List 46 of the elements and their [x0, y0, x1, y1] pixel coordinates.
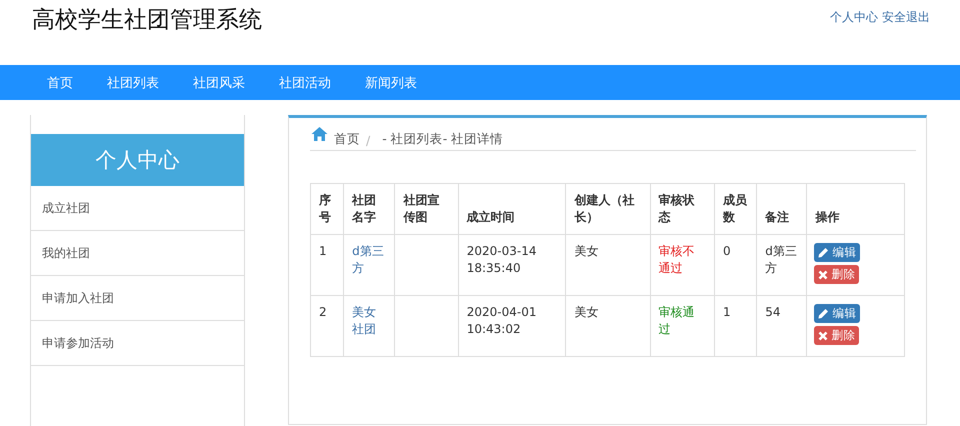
table-cell: 2020-04-01 10:43:02 — [458, 296, 566, 356]
site-title: 高校学生社团管理系统 — [32, 6, 262, 35]
table-cell: 2020-03-14 18:35:40 — [458, 234, 566, 296]
close-icon — [818, 330, 828, 340]
column-header: 备注 — [756, 184, 807, 234]
status-text: 审核通过 — [658, 305, 695, 336]
table-cell: 1 — [310, 234, 344, 296]
status-text: 审核不通过 — [658, 244, 695, 275]
close-icon — [818, 270, 828, 280]
column-header: 成员数 — [714, 184, 757, 234]
sidebar-item[interactable]: 我的社团 — [31, 231, 244, 276]
table-cell: 54 — [756, 296, 807, 356]
column-header: 创建人（社长） — [566, 184, 650, 234]
nav-link[interactable]: 新闻列表 — [365, 74, 417, 92]
nav-link[interactable]: 社团列表 — [107, 74, 159, 92]
header-link[interactable]: 安全退出 — [882, 9, 930, 26]
table-cell: 1 — [714, 296, 757, 356]
delete-button[interactable]: 删除 — [814, 265, 860, 284]
home-icon — [311, 126, 328, 142]
breadcrumb-link[interactable]: 首页 — [334, 131, 360, 148]
sidebar-item[interactable]: 申请加入社团 — [31, 276, 244, 321]
edit-button[interactable]: 编辑 — [814, 304, 860, 323]
column-header: 成立时间 — [458, 184, 566, 234]
sidebar-title: 个人中心 — [31, 134, 244, 186]
sidebar-item[interactable]: 申请参加活动 — [31, 321, 244, 366]
breadcrumb-text: - 社团列表- 社团详情 — [382, 131, 504, 148]
column-header: 社团宣传图 — [394, 184, 458, 234]
edit-button[interactable]: 编辑 — [814, 243, 860, 262]
nav-link[interactable]: 社团活动 — [279, 74, 331, 92]
sidebar-item[interactable]: 成立社团 — [31, 186, 244, 231]
table-cell: 2 — [310, 296, 344, 356]
table-cell: 0 — [714, 234, 757, 296]
pencil-icon — [818, 247, 830, 258]
pencil-icon — [818, 308, 830, 319]
delete-button[interactable]: 删除 — [814, 326, 860, 345]
nav-link[interactable]: 首页 — [47, 74, 73, 92]
nav-link[interactable]: 社团风采 — [193, 74, 245, 92]
breadcrumb-separator: / — [366, 133, 370, 148]
column-header: 审核状态 — [650, 184, 714, 234]
table-cell: 美女 — [566, 234, 650, 296]
table-cell: d第三方 — [756, 234, 807, 296]
column-header: 序号 — [310, 184, 344, 234]
header-link[interactable]: 个人中心 — [830, 9, 878, 26]
table-cell: 美女 — [566, 296, 650, 356]
column-header: 社团名字 — [344, 184, 395, 234]
column-header: 操作 — [806, 184, 904, 234]
